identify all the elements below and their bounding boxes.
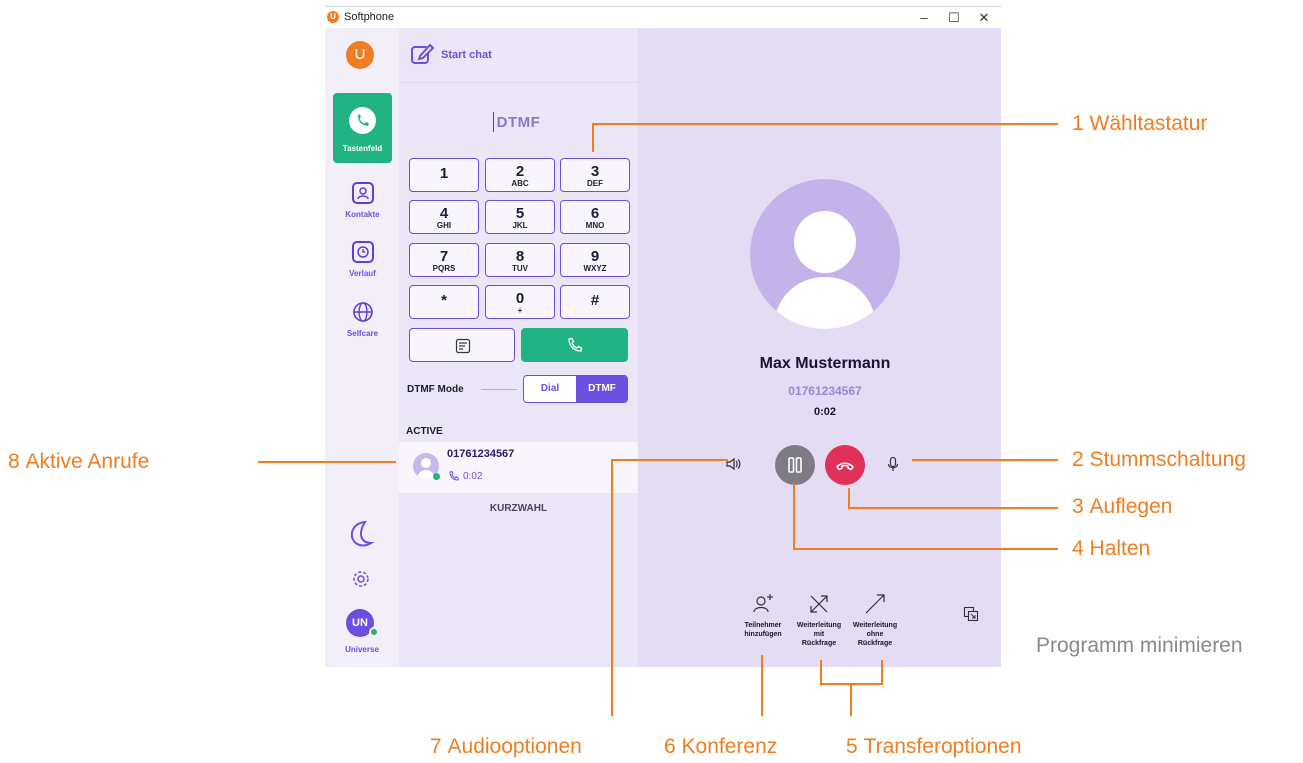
annotation-1: 1 Wähltastatur <box>1072 112 1208 135</box>
annotation-3: 3 Auflegen <box>1072 495 1173 518</box>
leader-line-3 <box>848 488 1058 509</box>
leader-line-5 <box>820 660 883 685</box>
minimize-annotation: Programm minimieren <box>1036 634 1243 657</box>
annotation-4: 4 Halten <box>1072 537 1151 560</box>
leader-line-1 <box>592 123 1058 152</box>
annotation-7: 7 Audiooptionen <box>430 735 582 758</box>
annotation-5: 5 Transferoptionen <box>846 735 1022 758</box>
annotation-8: 8 Aktive Anrufe <box>8 450 150 473</box>
annotation-2: 2 Stummschaltung <box>1072 448 1246 471</box>
annotation-6: 6 Konferenz <box>664 735 778 758</box>
leader-line-4 <box>793 483 1058 550</box>
leader-line-7 <box>611 459 728 716</box>
